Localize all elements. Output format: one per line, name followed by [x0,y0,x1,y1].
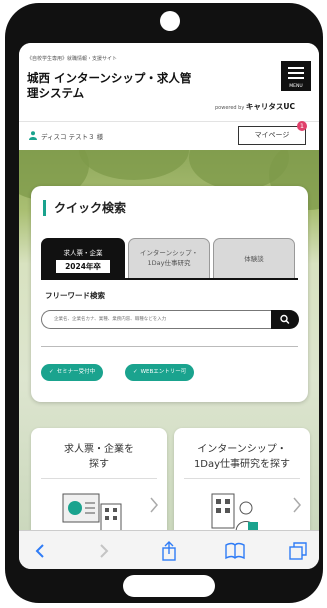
menu-label: MENU [289,84,303,89]
keyword-search-label: フリーワード検索 [45,291,105,300]
front-camera [160,11,180,31]
tab-label: インターンシップ・ [139,249,199,257]
tile-label-line2: 探す [89,459,109,470]
menu-icon [288,67,304,69]
menu-button[interactable]: MENU [281,61,311,91]
bookmarks-icon[interactable] [224,540,246,562]
chip-label: セミナー受付中 [56,369,96,375]
powered-by-prefix: powered by [215,105,245,111]
tile-label-line1: 求人票・企業を [64,444,134,455]
tab-label: 体験談 [244,255,264,263]
user-name: ディスコ テスト３ 様 [41,133,104,141]
tab-job-postings[interactable]: 求人票・企業 2024年卒 [41,238,125,279]
tile-separator [41,478,157,479]
tab-experiences[interactable]: 体験談 [213,238,295,279]
tile-separator [184,478,300,479]
tabs-icon[interactable] [287,540,309,562]
powered-by: powered by キャリタスUC [215,101,295,112]
tab-label: 求人票・企業 [63,249,103,257]
internship-illustration-icon [211,493,258,530]
menu-icon-bar [288,72,304,74]
tab-underline [41,278,298,280]
hero-background: クイック検索 求人票・企業 2024年卒 インターンシップ・ 1Day仕事研究 … [19,150,319,530]
site-title[interactable]: 城西 インターンシップ・求人管 理システム [27,71,197,101]
tree-foliage [79,150,189,180]
search-icon [280,314,290,324]
tab-label-line2: 1Day仕事研究 [147,259,191,267]
tab-year-label: 2024年卒 [56,260,110,273]
browser-screen: 《自校学生専用》就職情報・支援サイト 城西 インターンシップ・求人管 理システム… [19,43,319,569]
search-button[interactable] [271,310,299,329]
site-title-line1: 城西 インターンシップ・求人管 [27,71,192,85]
site-title-line2: 理システム [27,86,85,100]
chip-label: WEBエントリー可 [140,369,187,375]
chevron-right-icon [293,497,301,513]
check-icon: ✓ [133,369,138,375]
check-icon: ✓ [49,369,54,375]
find-internships-tile[interactable]: インターンシップ・ 1Day仕事研究を探す [174,428,310,530]
chevron-right-icon [150,497,158,513]
browser-toolbar [19,530,319,569]
back-icon[interactable] [29,540,51,562]
card-divider [41,346,298,347]
phone-frame: 《自校学生専用》就職情報・支援サイト 城西 インターンシップ・求人管 理システム… [5,3,323,603]
filter-chip-seminar[interactable]: ✓ セミナー受付中 [41,364,104,381]
site-tagline: 《自校学生専用》就職情報・支援サイト [27,56,118,62]
keyword-search-input[interactable] [41,310,271,329]
tile-label-line2: 1Day仕事研究を探す [193,459,291,470]
filter-chip-web-entry[interactable]: ✓ WEBエントリー可 [125,364,195,381]
notification-badge: 1 [297,121,307,131]
share-icon[interactable] [158,540,180,562]
tile-label-line1: インターンシップ・ [197,444,287,455]
quick-search-card: クイック検索 求人票・企業 2024年卒 インターンシップ・ 1Day仕事研究 … [31,186,308,402]
find-jobs-tile[interactable]: 求人票・企業を 探す [31,428,167,530]
person-icon [29,131,37,140]
home-button[interactable] [123,575,215,597]
mypage-button[interactable]: マイページ [238,126,306,145]
powered-by-brand: キャリタスUC [245,102,296,111]
forward-icon[interactable] [93,540,115,562]
job-posting-illustration-icon [62,493,122,530]
tab-internship[interactable]: インターンシップ・ 1Day仕事研究 [128,238,210,279]
quick-search-title: クイック検索 [43,200,126,216]
site-header: 《自校学生専用》就職情報・支援サイト 城西 インターンシップ・求人管 理システム… [19,43,319,121]
user-bar: ディスコ テスト３ 様 マイページ 1 [19,121,319,151]
tile-label: 求人票・企業を 探す [31,442,167,472]
menu-icon-bar [288,77,304,79]
tile-label: インターンシップ・ 1Day仕事研究を探す [174,442,310,472]
